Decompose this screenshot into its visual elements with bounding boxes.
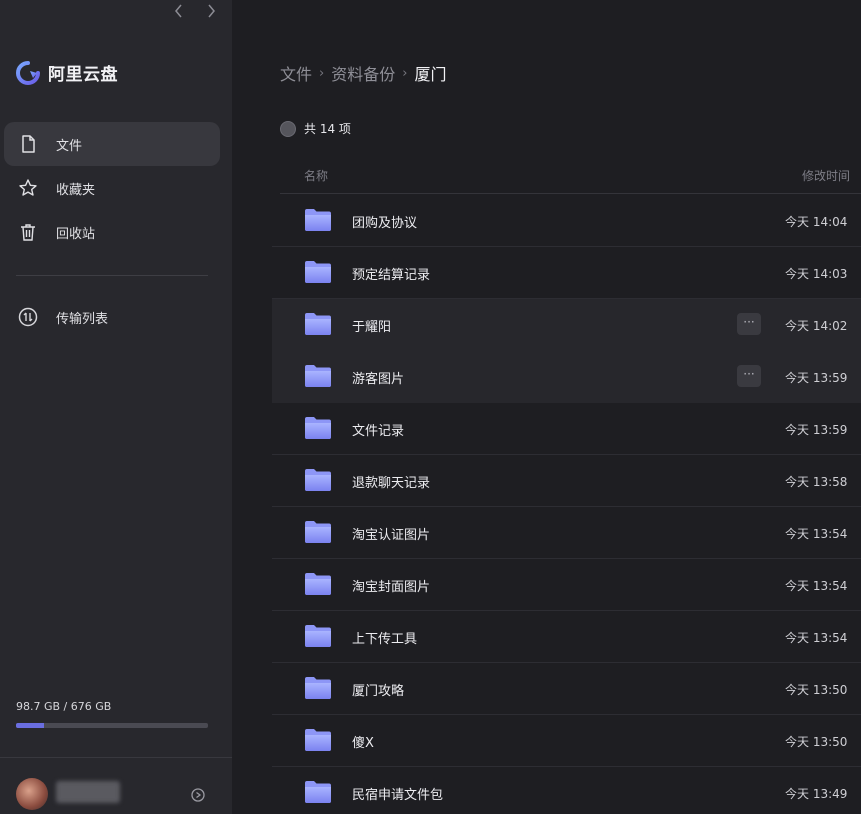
- breadcrumb-separator: ›: [402, 65, 408, 81]
- sidebar-item-favorites[interactable]: 收藏夹: [4, 166, 220, 210]
- modified-time: 今天 13:50: [785, 683, 848, 697]
- modified-time: 今天 13:54: [785, 631, 848, 645]
- file-list: 团购及协议 今天 14:04 预定结算记录 今天 14:03 于耀阳 ··· 今天 14:0…: [272, 195, 861, 814]
- folder-icon: [304, 312, 332, 336]
- sidebar-item-label: 收藏夹: [56, 182, 96, 198]
- modified-time: 今天 14:03: [785, 267, 848, 281]
- sidebar-item-recycle-bin[interactable]: 回收站: [4, 210, 220, 254]
- file-name[interactable]: 预定结算记录: [352, 264, 430, 283]
- sidebar-menu: 文件 收藏夹 回收站: [4, 122, 220, 254]
- file-name[interactable]: 厦门攻略: [352, 680, 404, 699]
- aliyun-drive-logo-icon: [16, 60, 40, 85]
- file-name[interactable]: 淘宝认证图片: [352, 524, 430, 543]
- folder-icon: [304, 468, 332, 492]
- storage-usage-text: 98.7 GB / 676 GB: [16, 700, 112, 713]
- folder-icon: [304, 728, 332, 752]
- username-redacted: [56, 781, 120, 803]
- table-header: 名称 修改时间: [280, 158, 861, 194]
- app-logo: 阿里云盘: [16, 60, 118, 85]
- file-name[interactable]: 退款聊天记录: [352, 472, 430, 491]
- modified-time: 今天 13:54: [785, 579, 848, 593]
- folder-icon: [304, 572, 332, 596]
- file-name[interactable]: 淘宝封面图片: [352, 576, 430, 595]
- sidebar-item-files[interactable]: 文件: [4, 122, 220, 166]
- folder-icon: [304, 624, 332, 648]
- file-name[interactable]: 民宿申请文件包: [352, 784, 443, 803]
- settings-icon[interactable]: [190, 787, 206, 803]
- sidebar-item-transfer[interactable]: 传输列表: [4, 295, 220, 339]
- file-name[interactable]: 团购及协议: [352, 212, 417, 231]
- file-row[interactable]: 文件记录 今天 13:59: [272, 403, 861, 455]
- storage-usage-fill: [16, 723, 45, 728]
- modified-time: 今天 13:58: [785, 475, 848, 489]
- folder-icon: [304, 260, 332, 284]
- file-row[interactable]: 退款聊天记录 今天 13:58: [272, 455, 861, 507]
- breadcrumb-current: 厦门: [414, 65, 447, 84]
- sidebar-divider: [16, 275, 208, 276]
- folder-icon: [304, 676, 332, 700]
- folder-icon: [304, 520, 332, 544]
- column-header-name[interactable]: 名称: [304, 167, 328, 184]
- modified-time: 今天 13:59: [785, 371, 848, 385]
- back-arrow-icon[interactable]: [170, 2, 188, 20]
- folder-icon: [304, 364, 332, 388]
- modified-time: 今天 13:49: [785, 787, 848, 801]
- folder-icon: [304, 416, 332, 440]
- breadcrumb: 文件 › 资料备份 › 厦门: [280, 61, 446, 85]
- trash-icon: [18, 222, 38, 242]
- modified-time: 今天 13:59: [785, 423, 848, 437]
- file-row[interactable]: 团购及协议 今天 14:04: [272, 195, 861, 247]
- file-row[interactable]: 于耀阳 ··· 今天 14:02: [272, 299, 861, 351]
- modified-time: 今天 13:54: [785, 527, 848, 541]
- transfer-icon: [18, 307, 38, 327]
- breadcrumb-item[interactable]: 文件: [280, 61, 312, 85]
- file-name[interactable]: 傻X: [352, 732, 374, 751]
- file-name[interactable]: 文件记录: [352, 420, 404, 439]
- modified-time: 今天 14:04: [785, 215, 848, 229]
- file-row[interactable]: 上下传工具 今天 13:54: [272, 611, 861, 663]
- sidebar-item-label: 传输列表: [56, 311, 109, 327]
- file-row[interactable]: 民宿申请文件包 今天 13:49: [272, 767, 861, 814]
- file-row[interactable]: 游客图片 ··· 今天 13:59: [272, 351, 861, 403]
- star-icon: [18, 178, 38, 198]
- select-all[interactable]: 共 14 项: [280, 120, 351, 137]
- file-name[interactable]: 于耀阳: [352, 316, 391, 335]
- select-all-radio[interactable]: [280, 120, 296, 137]
- sidebar-item-label: 文件: [56, 138, 83, 154]
- breadcrumb-item[interactable]: 资料备份: [331, 61, 395, 85]
- file-name[interactable]: 上下传工具: [352, 628, 417, 647]
- file-icon: [18, 134, 38, 154]
- avatar[interactable]: [16, 778, 48, 810]
- history-nav: [170, 2, 220, 20]
- more-options-button[interactable]: ···: [737, 365, 761, 387]
- folder-icon: [304, 208, 332, 232]
- sidebar: 阿里云盘 文件收藏夹回收站 传输列表 98.7 GB / 676 GB: [0, 0, 232, 814]
- file-row[interactable]: 淘宝封面图片 今天 13:54: [272, 559, 861, 611]
- modified-time: 今天 13:50: [785, 735, 848, 749]
- folder-icon: [304, 780, 332, 804]
- file-row[interactable]: 预定结算记录 今天 14:03: [272, 247, 861, 299]
- column-header-modified-time[interactable]: 修改时间: [802, 167, 850, 184]
- breadcrumb-separator: ›: [319, 65, 325, 81]
- forward-arrow-icon[interactable]: [202, 2, 220, 20]
- more-options-button[interactable]: ···: [737, 313, 761, 335]
- file-row[interactable]: 傻X 今天 13:50: [272, 715, 861, 767]
- app-name: 阿里云盘: [48, 65, 118, 85]
- storage-usage-bar: [16, 723, 208, 728]
- main-content: 文件 › 资料备份 › 厦门 共 14 项 名称 修改时间 团购及协议 今天 14:04 预…: [232, 0, 861, 814]
- file-row[interactable]: 厦门攻略 今天 13:50: [272, 663, 861, 715]
- modified-time: 今天 14:02: [785, 319, 848, 333]
- file-name[interactable]: 游客图片: [352, 368, 404, 387]
- sidebar-bottom-divider: [0, 757, 232, 758]
- sidebar-item-label: 回收站: [56, 226, 96, 242]
- file-row[interactable]: 淘宝认证图片 今天 13:54: [272, 507, 861, 559]
- item-count: 共 14 项: [304, 122, 351, 136]
- sidebar-transfer-section: 传输列表: [4, 295, 220, 339]
